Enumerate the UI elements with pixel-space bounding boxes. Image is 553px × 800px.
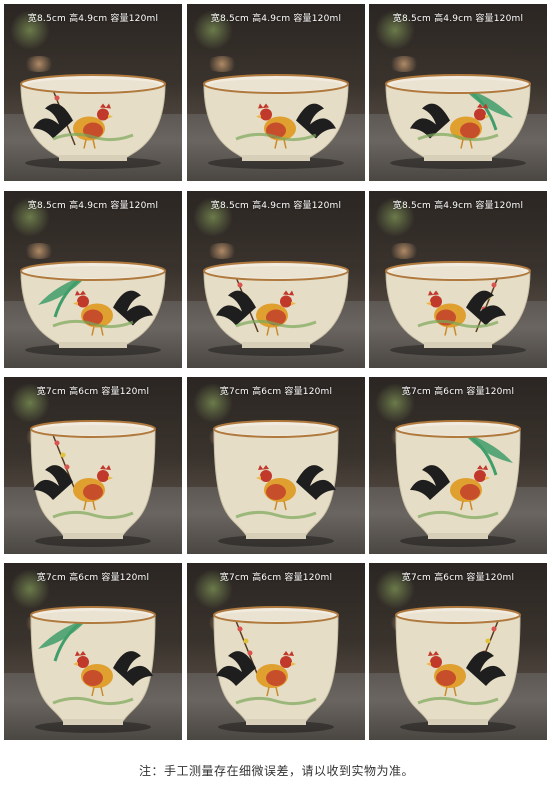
cup-illustration	[30, 420, 156, 547]
dimension-caption: 宽7cm 高6cm 容量120ml	[401, 573, 515, 583]
product-photo: 宽7cm 高6cm 容量120ml	[187, 377, 365, 554]
product-photo: 宽7cm 高6cm 容量120ml	[4, 563, 182, 740]
dimension-caption: 宽7cm 高6cm 容量120ml	[36, 387, 150, 397]
footer-note: 注：手工测量存在细微误差，请以收到实物为准。	[138, 764, 414, 778]
product-photo: 宽7cm 高6cm 容量120ml	[187, 563, 365, 740]
cup-illustration	[20, 74, 166, 169]
dimension-caption: 宽8.5cm 高4.9cm 容量120ml	[210, 201, 342, 211]
product-photo: 宽7cm 高6cm 容量120ml	[4, 377, 182, 554]
cup-illustration	[213, 420, 339, 547]
cup-illustration	[385, 261, 531, 356]
product-photo: 宽8.5cm 高4.9cm 容量120ml	[369, 4, 547, 181]
cup-illustration	[203, 261, 349, 356]
dimension-caption: 宽8.5cm 高4.9cm 容量120ml	[27, 201, 159, 211]
product-photo: 宽8.5cm 高4.9cm 容量120ml	[4, 4, 182, 181]
dimension-caption: 宽7cm 高6cm 容量120ml	[219, 387, 333, 397]
cup-illustration	[395, 606, 521, 733]
product-photo: 宽8.5cm 高4.9cm 容量120ml	[187, 191, 365, 368]
cup-illustration	[20, 261, 166, 356]
dimension-caption: 宽8.5cm 高4.9cm 容量120ml	[392, 14, 524, 24]
cup-illustration	[30, 606, 156, 733]
cup-illustration	[395, 420, 521, 547]
cup-illustration	[213, 606, 339, 733]
dimension-caption: 宽7cm 高6cm 容量120ml	[36, 573, 150, 583]
product-photo: 宽7cm 高6cm 容量120ml	[369, 563, 547, 740]
product-grid: 宽8.5cm 高4.9cm 容量120ml 宽8.5cm 高4.9cm 容量12…	[0, 0, 553, 750]
product-photo: 宽8.5cm 高4.9cm 容量120ml	[187, 4, 365, 181]
cup-illustration	[385, 74, 531, 169]
dimension-caption: 宽8.5cm 高4.9cm 容量120ml	[210, 14, 342, 24]
dimension-caption: 宽7cm 高6cm 容量120ml	[219, 573, 333, 583]
product-photo: 宽7cm 高6cm 容量120ml	[369, 377, 547, 554]
dimension-caption: 宽8.5cm 高4.9cm 容量120ml	[392, 201, 524, 211]
dimension-caption: 宽8.5cm 高4.9cm 容量120ml	[27, 14, 159, 24]
product-photo: 宽8.5cm 高4.9cm 容量120ml	[4, 191, 182, 368]
dimension-caption: 宽7cm 高6cm 容量120ml	[401, 387, 515, 397]
cup-illustration	[203, 74, 349, 169]
product-photo: 宽8.5cm 高4.9cm 容量120ml	[369, 191, 547, 368]
